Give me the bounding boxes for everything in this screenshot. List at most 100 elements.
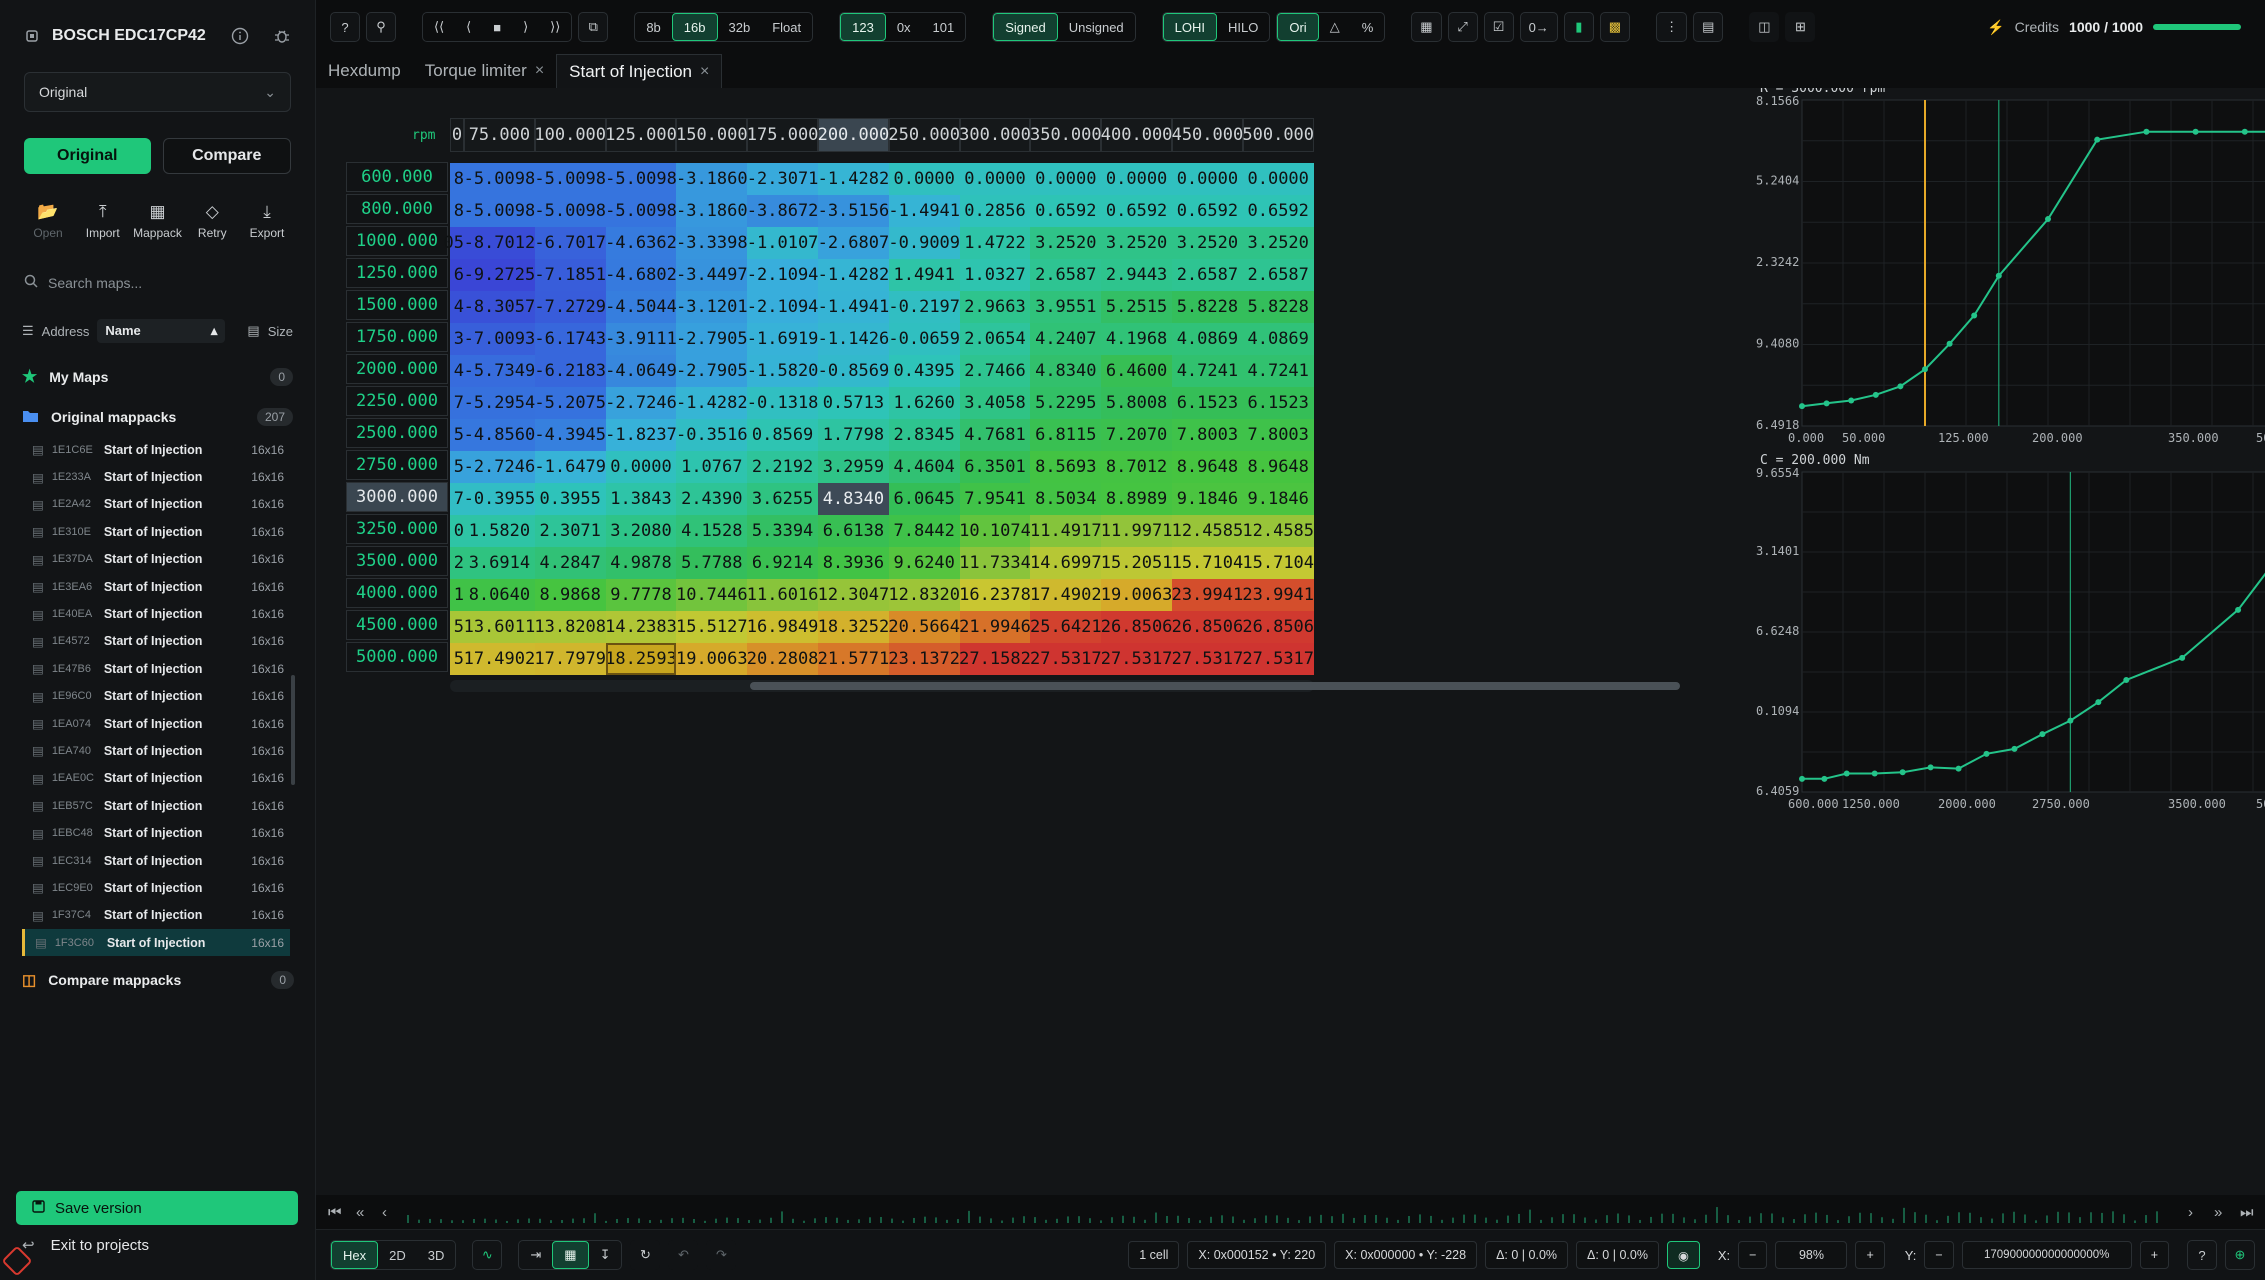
row-header[interactable]: 3500.000 <box>346 546 448 576</box>
table-cell[interactable]: -6.2183 <box>534 355 606 387</box>
search-icon[interactable]: ⚲ <box>366 12 396 42</box>
table-cell[interactable]: 26.8506 <box>1242 611 1314 643</box>
save-version-button[interactable]: Save version <box>16 1191 298 1225</box>
original-button[interactable]: Original <box>24 138 151 174</box>
table-cell[interactable]: 6.4600 <box>1101 355 1172 387</box>
table-cell[interactable]: 2.6587 <box>1242 259 1314 291</box>
table-cell[interactable]: 4 <box>450 291 464 323</box>
table-cell[interactable]: 11.6016 <box>747 579 818 611</box>
first-page-icon[interactable]: ⏮ <box>328 1204 342 1221</box>
list-item[interactable]: ▤ 1E233A Start of Injection 16x16 <box>22 463 290 490</box>
table-cell[interactable]: 6.0645 <box>888 483 960 515</box>
table-cell[interactable]: 3.6255 <box>747 483 818 515</box>
table-cell[interactable]: 3.2959 <box>818 451 889 483</box>
table-cell[interactable]: -4.0649 <box>605 355 677 387</box>
table-cell[interactable]: 6.8115 <box>1030 419 1102 451</box>
table-cell[interactable]: 3.2520 <box>1172 227 1243 259</box>
compare-mappacks-group[interactable]: ◫ Compare mappacks 0 <box>22 960 294 1000</box>
table-cell[interactable]: 0.0000 <box>888 163 960 195</box>
column-header[interactable]: 450.000 <box>1172 118 1243 152</box>
column-header[interactable]: 350.000 <box>1030 118 1102 152</box>
column-header[interactable]: 0 <box>450 118 464 152</box>
table-cell[interactable]: -2.3071 <box>747 163 818 195</box>
table-cell[interactable]: 2.7466 <box>959 355 1031 387</box>
table-cell[interactable]: -4.8560 <box>464 419 535 451</box>
list-item[interactable]: ▤ 1F3C60 Start of Injection 16x16 <box>22 929 290 957</box>
y-zoom-minus[interactable]: − <box>1924 1241 1954 1269</box>
table-cell[interactable]: 9.1846 <box>1242 483 1314 515</box>
toolbar-option-views-2[interactable]: 3D <box>417 1241 456 1269</box>
table-cell[interactable]: 0.0000 <box>1242 163 1314 195</box>
table-cell[interactable]: 4.9878 <box>605 547 677 579</box>
table-cell[interactable]: -8.7012 <box>464 227 535 259</box>
exit-button[interactable]: ↩ Exit to projects <box>22 1236 149 1255</box>
table-cell[interactable]: 23.1372 <box>888 643 960 675</box>
table-cell[interactable]: -7.2729 <box>534 291 606 323</box>
info-icon[interactable] <box>231 27 249 45</box>
scrollbar-thumb[interactable] <box>750 682 1680 690</box>
toolbar-option-base-2[interactable]: 101 <box>922 13 966 41</box>
table-cell[interactable]: 20.2808 <box>747 643 818 675</box>
row-header[interactable]: 1000.000 <box>346 226 448 256</box>
table-cell[interactable]: 16.9849 <box>747 611 818 643</box>
sidebar-scrollbar[interactable] <box>291 675 295 785</box>
key-icon[interactable]: 0→ <box>1519 12 1558 42</box>
table-cell[interactable]: -1.4282 <box>676 387 748 419</box>
refresh-icon[interactable]: ↻ <box>630 1240 661 1270</box>
table-cell[interactable]: 1.5820 <box>464 515 535 547</box>
table-cell[interactable]: 5.2515 <box>1101 291 1172 323</box>
table-cell[interactable]: -2.7246 <box>605 387 677 419</box>
table-cell[interactable]: 1.6260 <box>888 387 960 419</box>
table-cell[interactable]: 0.0000 <box>605 451 677 483</box>
table-cell[interactable]: 27.5317 <box>1030 643 1102 675</box>
table-cell[interactable]: 6 <box>450 259 464 291</box>
table-cell[interactable]: 8.5693 <box>1030 451 1102 483</box>
table-cell[interactable]: -2.7246 <box>464 451 535 483</box>
row-header[interactable]: 2500.000 <box>346 418 448 448</box>
table-cell[interactable]: -7.1851 <box>534 259 606 291</box>
table-cell[interactable]: 26.8506 <box>1172 611 1243 643</box>
column-header[interactable]: 100.000 <box>534 118 606 152</box>
table-cell[interactable]: 12.8320 <box>888 579 960 611</box>
table-cell[interactable]: 8.0640 <box>464 579 535 611</box>
table-cell[interactable]: -6.7017 <box>534 227 606 259</box>
table-cell[interactable]: 5 <box>450 611 464 643</box>
table-cell[interactable]: 8 <box>450 163 464 195</box>
table-cell[interactable]: -4.3945 <box>534 419 606 451</box>
table-cell[interactable]: 0.0000 <box>959 163 1031 195</box>
grid-icon[interactable]: ▦ <box>1411 12 1442 42</box>
y-zoom-value[interactable]: 170900000000000000% <box>1961 1241 2132 1269</box>
toolbar-option-bits-0[interactable]: 8b <box>635 13 671 41</box>
stop-icon[interactable]: ■ <box>482 13 512 41</box>
table-cell[interactable]: 4 <box>450 355 464 387</box>
table-cell[interactable]: 0.0000 <box>1030 163 1102 195</box>
table-cell[interactable]: 3.2520 <box>1030 227 1102 259</box>
compare-button[interactable]: Compare <box>162 138 291 174</box>
action-import[interactable]: ⤒ Import <box>77 202 129 240</box>
sort-size[interactable]: Size <box>268 324 293 339</box>
table-cell[interactable]: 4.7681 <box>959 419 1031 451</box>
table-cell[interactable]: 23.9941 <box>1242 579 1314 611</box>
table-cell[interactable]: 6.6138 <box>818 515 889 547</box>
my-maps-group[interactable]: ★ My Maps 0 <box>22 357 293 397</box>
table-cell[interactable]: -3.5156 <box>818 195 889 227</box>
table-cell[interactable]: 27.5317 <box>1101 643 1172 675</box>
table-cell[interactable]: 11.4917 <box>1030 515 1102 547</box>
toolbar-option-endian-1[interactable]: HILO <box>1217 13 1269 41</box>
table-cell[interactable]: 3.2080 <box>605 515 677 547</box>
table-cell[interactable]: -5.2954 <box>464 387 535 419</box>
table-cell[interactable]: 4.2407 <box>1030 323 1102 355</box>
table-cell[interactable]: 4.8340 <box>1030 355 1102 387</box>
table-cell[interactable]: 1.4941 <box>888 259 960 291</box>
table-cell[interactable]: 7.8003 <box>1172 419 1243 451</box>
table-cell[interactable]: 27.5317 <box>1242 643 1314 675</box>
help-icon[interactable]: ? <box>330 12 360 42</box>
row-header[interactable]: 2000.000 <box>346 354 448 384</box>
next-icon[interactable]: ⟩ <box>512 13 539 41</box>
table-cell[interactable]: 2.6587 <box>1030 259 1102 291</box>
navigator-strip[interactable]: ⏮ « ‹ › » ⏭ <box>316 1195 2265 1229</box>
graph-icon[interactable]: ∿ <box>472 1240 503 1270</box>
table-cell[interactable]: 8.8989 <box>1101 483 1172 515</box>
list-item[interactable]: ▤ 1EA074 Start of Injection 16x16 <box>22 710 290 737</box>
list-item[interactable]: ▤ 1E1C6E Start of Injection 16x16 <box>22 436 290 463</box>
